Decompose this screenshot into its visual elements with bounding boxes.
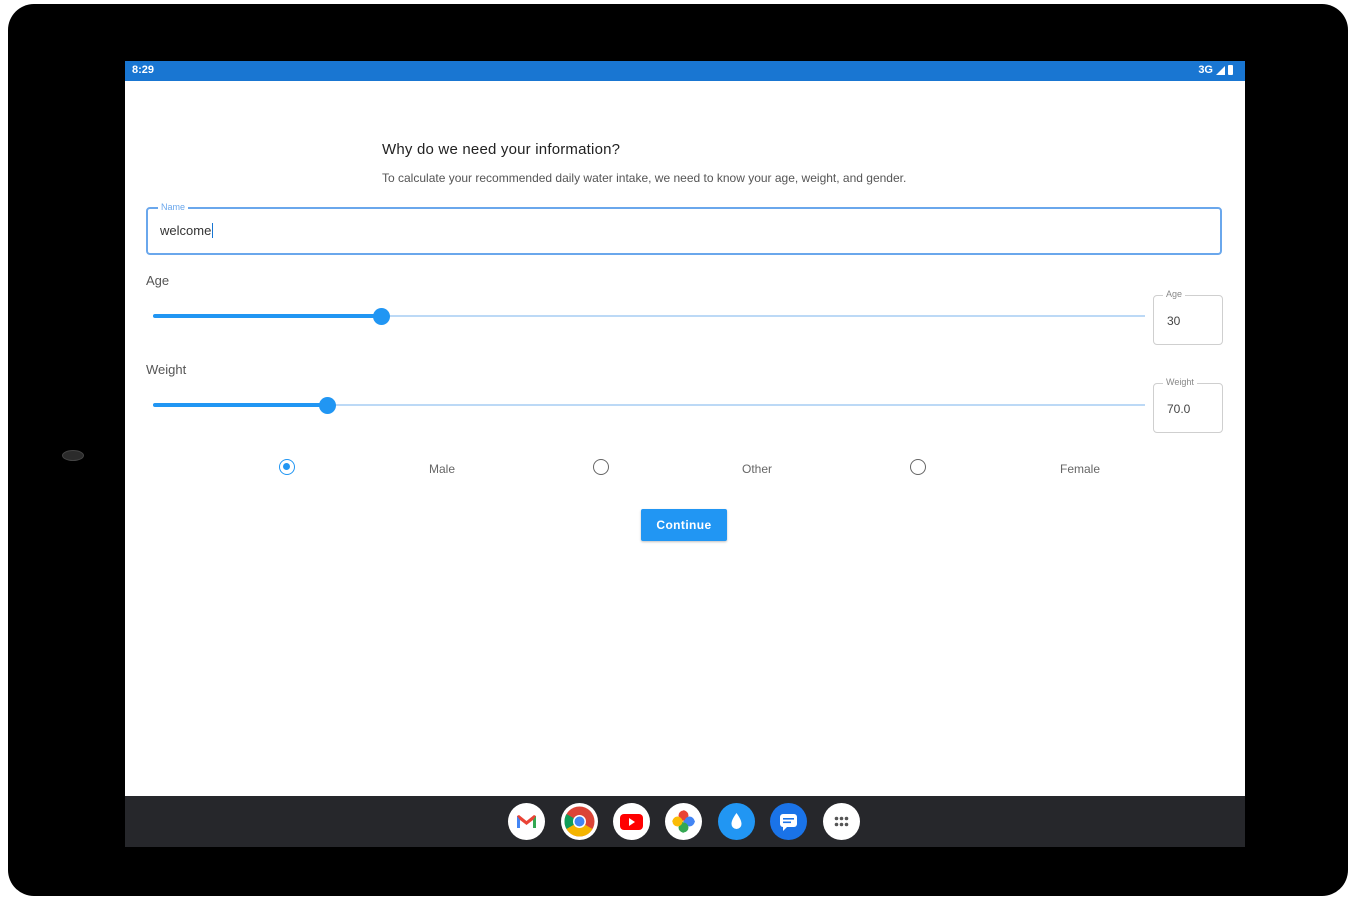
- gender-radio-other[interactable]: [593, 459, 609, 475]
- taskbar: [125, 796, 1245, 847]
- status-bar: 8:29 3G: [125, 61, 1245, 81]
- tablet-frame: 8:29 3G Why do we need your information?…: [8, 4, 1348, 896]
- signal-icon: [1216, 65, 1225, 75]
- weight-input-label: Weight: [1163, 377, 1197, 387]
- page-title: Why do we need your information?: [382, 141, 621, 158]
- name-field-label: Name: [158, 202, 189, 212]
- page-description: To calculate your recommended daily wate…: [382, 171, 907, 185]
- water-drop-icon[interactable]: [718, 803, 755, 840]
- weight-slider-thumb[interactable]: [318, 397, 336, 414]
- name-field[interactable]: Name welcome: [146, 202, 1222, 255]
- age-input-label: Age: [1163, 289, 1186, 299]
- weight-input-value[interactable]: 70.0: [1167, 402, 1190, 416]
- screen: 8:29 3G Why do we need your information?…: [125, 61, 1245, 847]
- gender-radio-male[interactable]: [279, 459, 295, 475]
- camera-icon: [62, 450, 84, 461]
- gender-radio-female[interactable]: [910, 459, 926, 475]
- status-time: 8:29: [132, 64, 155, 76]
- gender-label-female: Female: [1060, 462, 1101, 476]
- age-label: Age: [146, 273, 170, 288]
- battery-icon: [1228, 65, 1233, 75]
- messages-icon[interactable]: [770, 803, 807, 840]
- name-field-value[interactable]: welcome: [160, 223, 214, 238]
- weight-slider-fill: [153, 403, 327, 407]
- gender-label-male: Male: [429, 462, 456, 476]
- network-type: 3G: [1198, 64, 1213, 76]
- text-cursor: [212, 223, 214, 238]
- age-slider[interactable]: [153, 307, 1145, 327]
- continue-button[interactable]: Continue: [641, 509, 727, 541]
- photos-icon[interactable]: [665, 803, 702, 840]
- chrome-icon[interactable]: [561, 803, 598, 840]
- age-slider-thumb[interactable]: [373, 308, 391, 325]
- weight-input[interactable]: Weight 70.0: [1153, 377, 1223, 433]
- weight-label: Weight: [146, 362, 187, 377]
- age-slider-fill: [153, 314, 382, 318]
- weight-slider[interactable]: [153, 396, 1145, 416]
- gmail-icon[interactable]: [508, 803, 545, 840]
- youtube-icon[interactable]: [613, 803, 650, 840]
- gender-label-other: Other: [742, 462, 773, 476]
- status-icons: 3G: [1198, 64, 1233, 76]
- app-launcher-icon[interactable]: [823, 803, 860, 840]
- age-input-value[interactable]: 30: [1167, 314, 1180, 328]
- age-input[interactable]: Age 30: [1153, 289, 1223, 345]
